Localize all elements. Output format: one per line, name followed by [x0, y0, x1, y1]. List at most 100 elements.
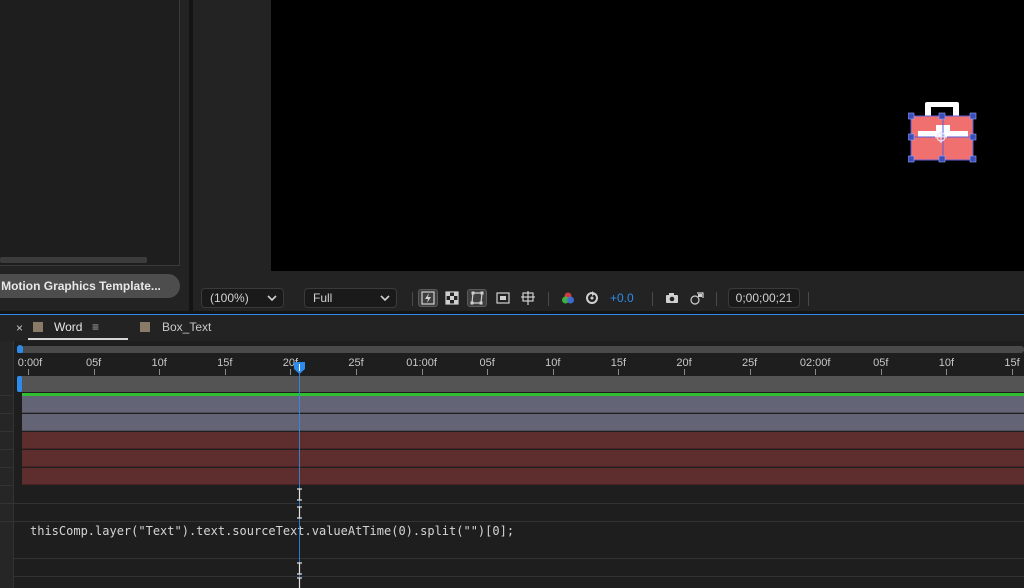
composition-viewer — [193, 0, 1024, 311]
gutter-separator — [0, 521, 14, 522]
show-snapshot-button[interactable] — [687, 289, 707, 307]
ruler-tick — [93, 369, 95, 375]
time-navigator-bar[interactable] — [18, 346, 1024, 353]
gutter-separator — [0, 485, 14, 486]
ruler-tick-label: 02:00f — [799, 357, 831, 369]
horizontal-scrollbar[interactable] — [0, 257, 147, 263]
gutter-separator — [0, 413, 14, 414]
ruler-tick — [356, 369, 357, 375]
toolbar-separator — [808, 292, 809, 306]
transparency-grid-button[interactable] — [442, 289, 462, 307]
toolbar-separator — [652, 292, 653, 306]
mask-visibility-button[interactable] — [467, 289, 487, 307]
layer-switches-gutter[interactable] — [0, 341, 14, 588]
ruler-tick-label: 0:00f — [17, 357, 43, 369]
ruler-tick — [487, 369, 489, 375]
take-snapshot-button[interactable] — [662, 289, 682, 307]
guides-icon — [521, 291, 535, 305]
snapshot-icon — [666, 293, 678, 303]
tab-word[interactable]: Word — [54, 320, 82, 334]
playhead-icon[interactable] — [293, 361, 306, 375]
ruler-tick — [290, 369, 292, 375]
ruler-tick-label: 25f — [741, 357, 758, 369]
ruler-tick-label: 20f — [676, 357, 692, 369]
tab-label-color-swatch — [140, 322, 150, 332]
chevron-down-icon — [380, 295, 390, 302]
row-separator — [14, 503, 1024, 504]
expression-editor-text[interactable]: thisComp.layer("Text").text.sourceText.v… — [30, 524, 514, 538]
ruler-tick-label: 10f — [545, 357, 561, 369]
timeline-tab-bar: × Word ≡ Box_Text — [0, 315, 1024, 341]
reset-exposure-icon — [586, 291, 598, 304]
project-panel: rt Motion Graphics Template... — [0, 0, 189, 311]
hamburger-menu-icon[interactable]: ≡ — [92, 320, 99, 334]
toolbar-separator — [412, 292, 413, 306]
layer-bar-gray[interactable] — [22, 396, 1024, 413]
color-channels-button[interactable] — [558, 289, 578, 307]
fast-previews-button[interactable] — [418, 289, 438, 307]
transparency-grid-icon — [445, 291, 459, 305]
ruler-tick — [684, 369, 685, 375]
chevron-down-icon — [267, 295, 277, 302]
resolution-dropdown[interactable]: Full — [304, 288, 397, 308]
text-cursor-icon — [297, 488, 302, 501]
layer-bar-red[interactable] — [22, 450, 1024, 467]
gutter-separator — [0, 395, 14, 396]
show-snapshot-icon — [690, 292, 704, 305]
work-area-bar[interactable] — [18, 376, 1024, 392]
ruler-tick — [552, 369, 554, 375]
current-time-indicator-line[interactable] — [299, 370, 300, 588]
current-time-display[interactable]: 0;00;00;21 — [728, 288, 800, 308]
gutter-separator — [0, 431, 14, 432]
ruler-tick — [421, 369, 423, 375]
row-separator — [14, 576, 1024, 577]
ruler-tick — [815, 369, 817, 375]
fast-previews-icon — [421, 291, 435, 305]
text-cursor-icon — [297, 562, 302, 575]
project-list-area[interactable] — [0, 0, 180, 266]
toolbox-shape-icon — [907, 102, 977, 163]
ruler-tick-label: 01:00f — [406, 357, 437, 369]
guides-options-button[interactable] — [518, 289, 538, 307]
viewer-toolbar: (100%) Full +0.0 0;00;00;21 — [193, 285, 1024, 311]
gutter-separator — [0, 467, 14, 468]
resolution-value: Full — [313, 291, 333, 305]
tab-label-color-swatch — [33, 322, 43, 332]
exposure-value[interactable]: +0.0 — [610, 291, 634, 305]
region-of-interest-icon — [496, 292, 510, 304]
work-area-start-handle[interactable] — [17, 376, 22, 392]
magnification-dropdown[interactable]: (100%) — [201, 288, 284, 308]
color-channels-icon — [562, 292, 574, 304]
layer-bar-red[interactable] — [22, 468, 1024, 485]
ruler-tick-label: 25f — [348, 357, 364, 369]
region-of-interest-button[interactable] — [493, 289, 513, 307]
ruler-tick-label: 15f — [1004, 357, 1020, 369]
ruler-tick — [224, 369, 226, 375]
ruler-tick-label: 05f — [85, 357, 102, 369]
ruler-tick-label: 15f — [217, 357, 233, 369]
active-tab-indicator — [28, 338, 128, 340]
layer-bar-red[interactable] — [22, 432, 1024, 449]
ruler-tick-label: 10f — [151, 357, 167, 369]
layer-bar-gray[interactable] — [22, 414, 1024, 431]
ruler-tick — [618, 369, 620, 375]
toolbar-separator — [548, 292, 549, 306]
text-cursor-icon — [297, 577, 302, 588]
magnification-value: (100%) — [210, 291, 249, 305]
reset-exposure-button[interactable] — [582, 289, 602, 307]
ruler-tick — [946, 369, 948, 375]
ruler-tick — [159, 369, 161, 375]
ruler-tick-label: 10f — [938, 357, 955, 369]
tab-box-text[interactable]: Box_Text — [162, 320, 211, 334]
close-icon[interactable]: × — [16, 321, 23, 335]
text-cursor-icon — [297, 506, 302, 519]
row-separator — [14, 521, 1024, 522]
ruler-tick — [1012, 369, 1013, 375]
ruler-tick-label: 15f — [610, 357, 627, 369]
toolbar-separator — [716, 292, 717, 306]
export-motion-graphics-template-button[interactable]: rt Motion Graphics Template... — [0, 274, 180, 298]
ruler-tick — [880, 369, 882, 375]
ruler-tick — [749, 369, 751, 375]
selected-shape-layer[interactable] — [907, 99, 978, 163]
mask-visibility-icon — [470, 291, 484, 305]
